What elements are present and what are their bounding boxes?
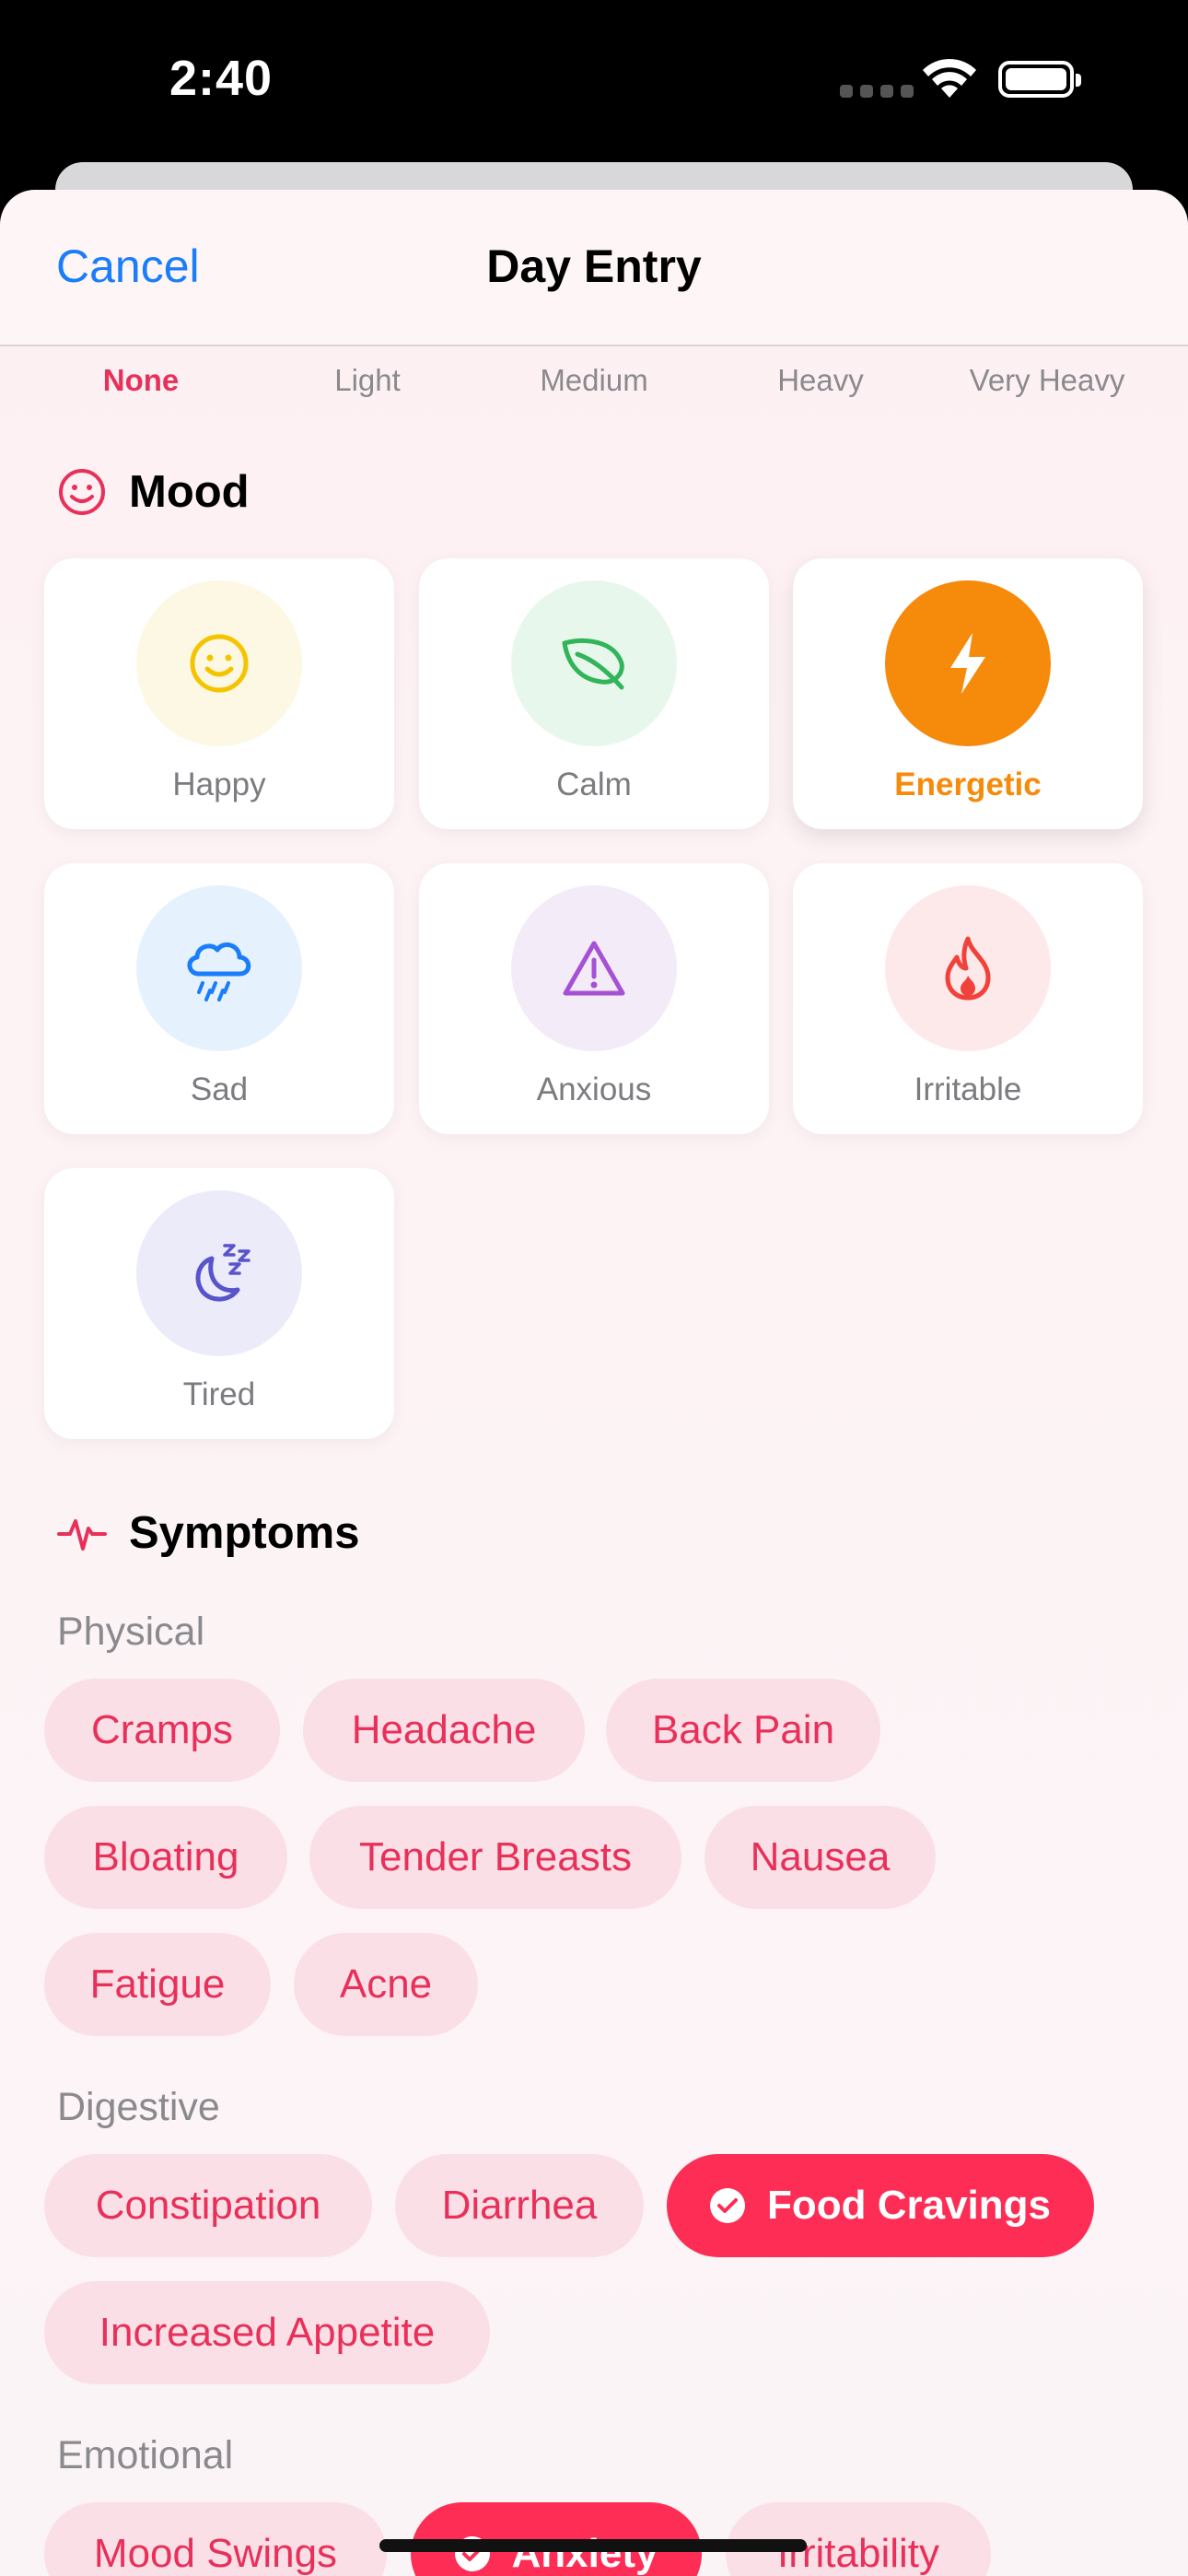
mood-label: Tired bbox=[182, 1376, 256, 1412]
chip-food-cravings[interactable]: Food Cravings bbox=[667, 2154, 1094, 2257]
mood-icon-circle bbox=[511, 885, 677, 1051]
leaf-icon bbox=[562, 638, 624, 690]
mood-label: Anxious bbox=[536, 1071, 652, 1107]
nav-bar: Cancel Day Entry bbox=[0, 190, 1188, 346]
mood-card-calm[interactable]: Calm bbox=[419, 558, 769, 829]
chip-acne[interactable]: Acne bbox=[294, 1933, 478, 2036]
mood-icon-circle bbox=[136, 1190, 302, 1356]
mood-label: Happy bbox=[172, 767, 266, 802]
mood-card-happy[interactable]: Happy bbox=[44, 558, 394, 829]
mood-icon-circle bbox=[511, 580, 677, 746]
chip-mood-swings[interactable]: Mood Swings bbox=[44, 2502, 387, 2576]
mood-section-title: Mood bbox=[129, 467, 250, 517]
chip-increased-appetite[interactable]: Increased Appetite bbox=[44, 2281, 490, 2384]
page-title: Day Entry bbox=[486, 240, 702, 292]
mood-label: Energetic bbox=[894, 767, 1042, 802]
chip-nausea[interactable]: Nausea bbox=[705, 1806, 936, 1909]
lightning-bolt-icon bbox=[950, 633, 985, 694]
status-time: 2:40 bbox=[169, 51, 274, 106]
day-entry-sheet: Cancel Day Entry None Light Medium Heavy… bbox=[0, 190, 1188, 2576]
signal-icon bbox=[840, 85, 914, 98]
flow-option-medium[interactable]: Medium bbox=[481, 363, 707, 398]
smiley-icon bbox=[59, 469, 105, 515]
mood-card-anxious[interactable]: Anxious bbox=[419, 863, 769, 1134]
chip-bloating[interactable]: Bloating bbox=[44, 1806, 287, 1909]
battery-icon bbox=[998, 61, 1081, 98]
heartbeat-icon bbox=[57, 1519, 107, 1551]
chip-diarrhea[interactable]: Diarrhea bbox=[395, 2154, 644, 2257]
chip-label: Food Cravings bbox=[766, 2183, 1052, 2228]
symptoms-section-header: Symptoms bbox=[57, 1507, 360, 1559]
chip-cramps[interactable]: Cramps bbox=[44, 1679, 280, 1782]
chip-label: Anxiety bbox=[511, 2531, 658, 2576]
group-label-physical: Physical bbox=[57, 1610, 205, 1654]
mood-section-header: Mood bbox=[57, 466, 250, 518]
mood-card-energetic[interactable]: Energetic bbox=[793, 558, 1143, 829]
warning-triangle-icon bbox=[563, 941, 625, 996]
chip-constipation[interactable]: Constipation bbox=[44, 2154, 372, 2257]
chip-headache[interactable]: Headache bbox=[303, 1679, 585, 1782]
symptoms-section-title: Symptoms bbox=[129, 1508, 360, 1558]
mood-label: Irritable bbox=[914, 1071, 1022, 1107]
chip-fatigue[interactable]: Fatigue bbox=[44, 1933, 271, 2036]
mood-icon-circle bbox=[885, 580, 1051, 746]
flow-segmented-control: None Light Medium Heavy Very Heavy bbox=[28, 363, 1160, 398]
mood-card-irritable[interactable]: Irritable bbox=[793, 863, 1143, 1134]
mood-label: Calm bbox=[556, 767, 632, 802]
group-label-digestive: Digestive bbox=[57, 2085, 220, 2129]
chip-tender-breasts[interactable]: Tender Breasts bbox=[309, 1806, 681, 1909]
flow-option-none[interactable]: None bbox=[28, 363, 254, 398]
home-indicator[interactable] bbox=[379, 2539, 807, 2552]
mood-card-sad[interactable]: Sad bbox=[44, 863, 394, 1134]
checkmark-icon bbox=[709, 2188, 745, 2223]
flame-icon bbox=[945, 936, 991, 1001]
flow-option-heavy[interactable]: Heavy bbox=[707, 363, 934, 398]
status-bar: 2:40 bbox=[0, 0, 1188, 166]
mood-card-tired[interactable]: Tired bbox=[44, 1168, 394, 1439]
chip-back-pain[interactable]: Back Pain bbox=[606, 1679, 880, 1782]
cloud-rain-icon bbox=[187, 942, 251, 1001]
mood-label: Sad bbox=[190, 1071, 249, 1107]
flow-option-very-heavy[interactable]: Very Heavy bbox=[934, 363, 1160, 398]
flow-option-light[interactable]: Light bbox=[254, 363, 481, 398]
moon-zzz-icon bbox=[195, 1244, 250, 1302]
mood-icon-circle bbox=[136, 580, 302, 746]
wifi-icon bbox=[923, 58, 976, 98]
group-label-emotional: Emotional bbox=[57, 2433, 234, 2477]
mood-icon-circle bbox=[136, 885, 302, 1051]
mood-icon-circle bbox=[885, 885, 1051, 1051]
smiley-icon bbox=[190, 634, 249, 693]
